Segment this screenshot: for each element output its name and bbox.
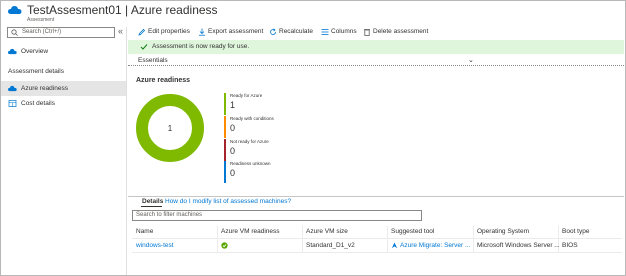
page-subtitle: Assessment (27, 17, 55, 23)
left-nav: Search (Ctrl+/) « Overview Assessment de… (1, 26, 127, 275)
cloud-icon (8, 85, 17, 92)
page-header: TestAssesment01 | Azure readiness Assess… (8, 3, 408, 25)
column-header-operating-system[interactable]: Operating System (477, 228, 529, 235)
legend-color-bar (224, 161, 226, 183)
cost-grid-icon (8, 100, 17, 107)
column-header-vm-size[interactable]: Azure VM size (306, 228, 348, 235)
column-divider (387, 226, 388, 252)
sidebar-item-label: Azure readiness (21, 85, 68, 92)
legend-ready-with-conditions[interactable]: Ready with conditions 0 (224, 116, 344, 138)
column-divider (302, 226, 303, 252)
legend-value: 0 (230, 123, 236, 133)
legend-label: Readiness unknown (230, 161, 271, 166)
legend-readiness-unknown[interactable]: Readiness unknown 0 (224, 161, 344, 183)
legend-color-bar (224, 116, 226, 138)
legend-label: Ready for Azure (230, 93, 263, 98)
recalculate-button[interactable]: Recalculate (269, 26, 313, 40)
operating-system-cell: Microsoft Windows Server ... (477, 242, 560, 249)
sidebar-item-label: Overview (21, 48, 49, 55)
filter-machines-input[interactable]: Search to filter machines (132, 210, 422, 221)
suggested-tool-cell[interactable]: Azure Migrate: Server ... (400, 242, 470, 249)
essentials-section[interactable]: Essentials ⌄ (128, 56, 624, 66)
success-banner: Assessment is now ready for use. (128, 40, 624, 54)
legend-value: 1 (230, 100, 236, 110)
sidebar-item-azure-readiness[interactable]: Azure readiness (1, 81, 126, 96)
recalculate-label: Recalculate (279, 28, 313, 35)
boot-type-cell: BIOS (562, 242, 578, 249)
column-header-name[interactable]: Name (136, 228, 153, 235)
delete-assessment-button[interactable]: Delete assessment (363, 26, 428, 40)
columns-label: Columns (331, 28, 357, 35)
columns-icon (321, 29, 329, 35)
column-divider (217, 226, 218, 252)
legend-color-bar (224, 139, 226, 161)
modify-machines-help-link[interactable]: How do I modify list of assessed machine… (165, 198, 291, 205)
column-header-vm-readiness[interactable]: Azure VM readiness (221, 228, 280, 235)
azure-migrate-icon (391, 242, 398, 249)
page-title: TestAssesment01 | Azure readiness (27, 3, 218, 17)
sidebar-item-cost-details[interactable]: Cost details (1, 96, 126, 111)
details-divider (128, 196, 624, 197)
download-icon (199, 28, 205, 36)
collapse-nav-button[interactable]: « (118, 26, 123, 36)
legend-not-ready-for-azure[interactable]: Not ready for Azure 0 (224, 139, 344, 161)
column-header-boot-type[interactable]: Boot type (562, 228, 589, 235)
tab-details-underline (141, 206, 162, 207)
export-assessment-label: Export assessment (208, 28, 264, 35)
search-placeholder: Search (Ctrl+/) (22, 29, 62, 35)
sidebar-item-label: Cost details (21, 100, 55, 107)
edit-properties-button[interactable]: Edit properties (138, 26, 190, 40)
nav-section-title: Assessment details (8, 68, 64, 75)
banner-message: Assessment is now ready for use. (152, 43, 250, 50)
legend-ready-for-azure[interactable]: Ready for Azure 1 (224, 93, 344, 115)
pencil-icon (138, 28, 146, 36)
edit-properties-label: Edit properties (148, 28, 190, 35)
cloud-icon (8, 48, 17, 55)
search-icon (11, 29, 18, 36)
checkmark-icon (140, 44, 148, 50)
vm-size-cell: Standard_D1_v2 (306, 242, 355, 249)
essentials-label: Essentials (138, 57, 168, 64)
table-header-divider (132, 238, 622, 239)
cloud-icon (8, 6, 22, 14)
green-check-icon (221, 242, 228, 249)
sidebar-item-overview[interactable]: Overview (1, 44, 126, 59)
delete-assessment-label: Delete assessment (373, 28, 429, 35)
chevron-down-icon[interactable]: ⌄ (468, 56, 474, 64)
command-bar: Edit properties Export assessment Recalc… (130, 26, 620, 40)
readiness-donut-chart: 1 (136, 94, 204, 162)
legend-value: 0 (230, 168, 236, 178)
nav-search-input[interactable]: Search (Ctrl+/) (7, 27, 115, 38)
trash-icon (364, 29, 370, 36)
legend-label: Ready with conditions (230, 116, 274, 121)
table-row-divider (132, 252, 622, 253)
machine-name-link[interactable]: windows-test (136, 242, 174, 249)
legend-value: 0 (230, 146, 236, 156)
donut-center-value: 1 (168, 124, 173, 133)
export-assessment-button[interactable]: Export assessment (198, 26, 263, 40)
tab-details[interactable]: Details (142, 198, 163, 205)
refresh-icon (270, 28, 276, 35)
column-divider (473, 226, 474, 252)
legend-label: Not ready for Azure (230, 139, 269, 144)
column-header-suggested-tool[interactable]: Suggested tool (391, 228, 434, 235)
legend-color-bar (224, 93, 226, 115)
readiness-title: Azure readiness (136, 77, 191, 84)
columns-button[interactable]: Columns (321, 26, 357, 40)
